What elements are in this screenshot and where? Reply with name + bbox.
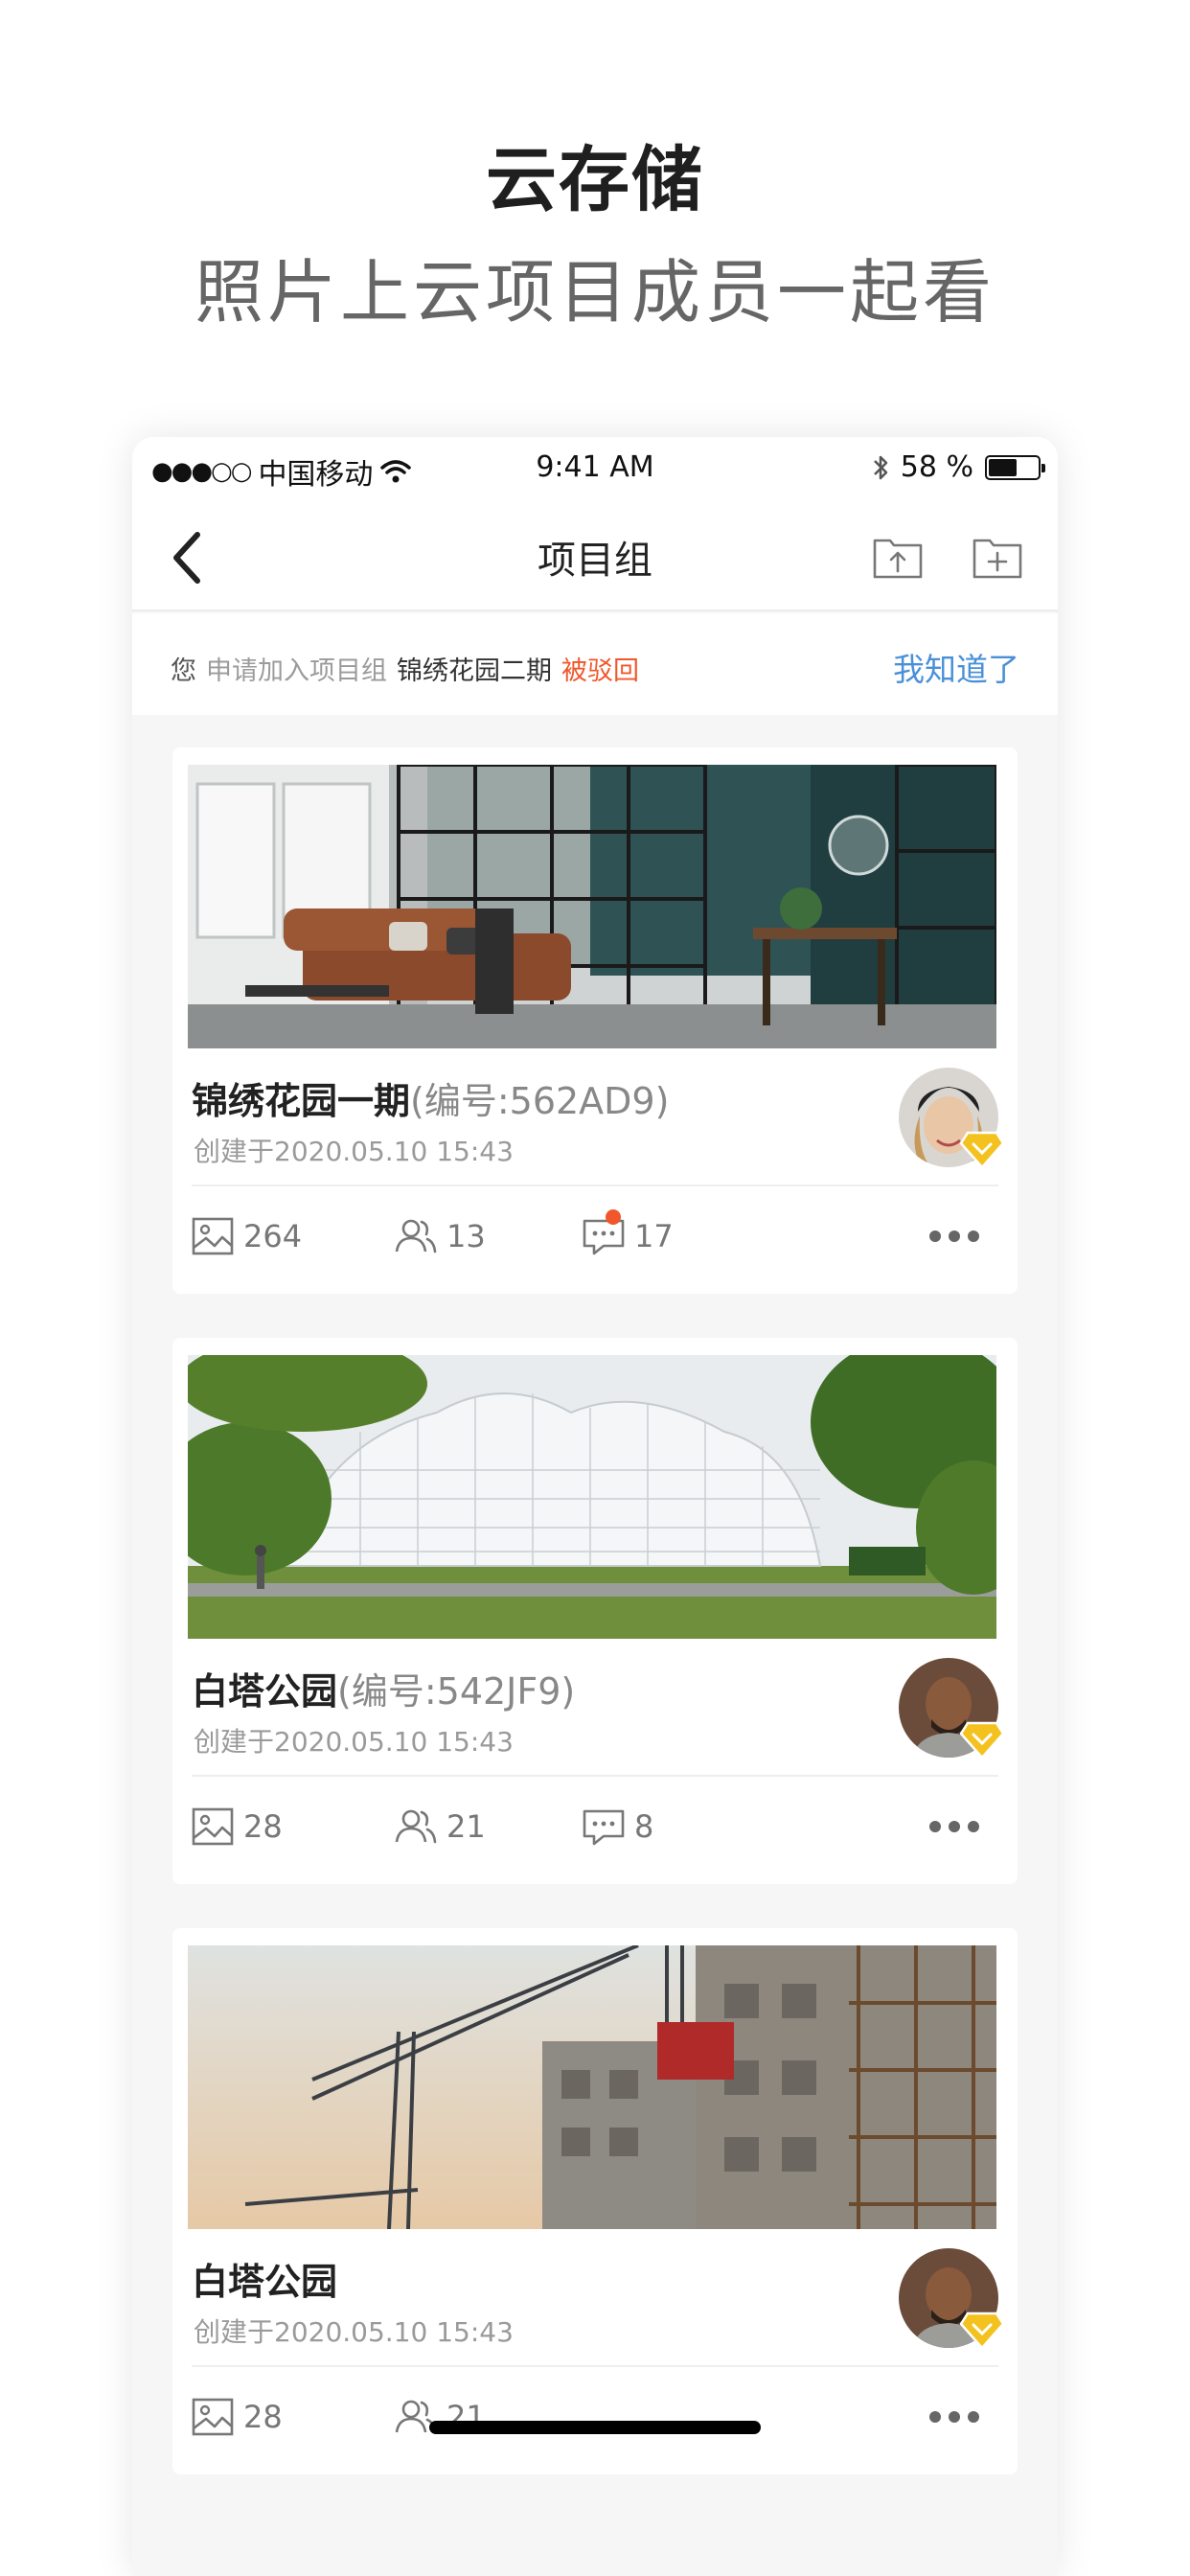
created-time: 创建于2020.05.10 15:43 [194, 1726, 514, 1758]
comment-count-value: 8 [634, 1808, 654, 1845]
project-card[interactable]: 白塔公园(编号:542JF9) 创建于2020.05.10 15:43 28 2… [172, 1338, 1018, 1884]
hero-title: 云存储 [486, 139, 704, 221]
battery-percent: 58 % [900, 450, 973, 484]
project-cover-image [188, 765, 996, 1048]
vip-badge-icon [960, 2312, 1004, 2350]
acknowledge-button[interactable]: 我知道了 [893, 644, 1019, 690]
members-icon [395, 1219, 437, 1254]
members-icon [395, 1809, 437, 1844]
photo-count[interactable]: 264 [192, 1217, 302, 1255]
project-name: 白塔公园 [192, 1670, 338, 1713]
photo-count[interactable]: 28 [192, 1807, 283, 1846]
status-bar: ●●●○○ 中国移动 9:41 AM 58 % [132, 437, 1058, 504]
photo-count-value: 264 [243, 1218, 303, 1254]
project-title: 白塔公园(编号:542JF9) [192, 1662, 575, 1714]
bluetooth-icon [873, 455, 888, 479]
divider [192, 1184, 998, 1186]
battery-icon [985, 454, 1045, 480]
navigation-bar: 项目组 [132, 504, 1058, 611]
more-icon[interactable] [927, 1817, 981, 1836]
project-cover-image [188, 1355, 996, 1639]
avatar[interactable] [899, 1658, 1004, 1760]
avatar[interactable] [899, 2248, 1004, 2350]
divider [192, 1775, 998, 1777]
created-time: 创建于2020.05.10 15:43 [194, 1136, 514, 1167]
image-icon [192, 2398, 234, 2436]
comment-count[interactable]: 17 [583, 1209, 674, 1255]
notice-project: 锦绣花园二期 [397, 656, 552, 686]
folder-upload-icon[interactable] [872, 533, 924, 581]
project-card[interactable]: 白塔公园 创建于2020.05.10 15:43 28 21 [172, 1928, 1018, 2474]
project-code: (编号:562AD9) [410, 1080, 670, 1122]
member-count-value: 21 [446, 1808, 486, 1845]
project-title: 白塔公园 [192, 2252, 337, 2305]
folder-add-icon[interactable] [972, 533, 1023, 581]
comment-icon [583, 1219, 625, 1255]
project-name: 白塔公园 [192, 2261, 338, 2303]
notice-action: 申请加入项目组 [206, 656, 387, 686]
project-title: 锦绣花园一期(编号:562AD9) [192, 1071, 669, 1124]
comment-count-value: 17 [634, 1218, 674, 1254]
member-count[interactable]: 13 [395, 1217, 486, 1255]
photo-count[interactable]: 28 [192, 2398, 283, 2436]
home-indicator[interactable] [429, 2421, 761, 2434]
photo-count-value: 28 [243, 1808, 283, 1845]
member-count-value: 13 [446, 1218, 486, 1254]
notice-subject: 您 [171, 656, 196, 686]
image-icon [192, 1807, 234, 1846]
photo-count-value: 28 [243, 2399, 283, 2435]
more-icon[interactable] [927, 2407, 981, 2426]
project-cover-image [188, 1945, 996, 2229]
phone-screen: ●●●○○ 中国移动 9:41 AM 58 % 项目组 您 申请加入项目组 锦绣… [132, 437, 1058, 2576]
unread-dot [606, 1209, 621, 1225]
image-icon [192, 1217, 234, 1255]
hero-subtitle: 照片上云项目成员一起看 [194, 252, 995, 333]
vip-badge-icon [960, 1721, 1004, 1760]
vip-badge-icon [960, 1131, 1004, 1169]
more-icon[interactable] [927, 1227, 981, 1246]
avatar[interactable] [899, 1068, 1004, 1169]
project-code: (编号:542JF9) [337, 1670, 576, 1713]
notice-status: 被驳回 [561, 656, 639, 686]
divider [192, 2365, 998, 2367]
notice-message: 您申请加入项目组 锦绣花园二期 被驳回 [171, 650, 639, 687]
notice-banner: 您申请加入项目组 锦绣花园二期 被驳回 我知道了 [132, 613, 1058, 715]
project-name: 锦绣花园一期 [192, 1080, 411, 1122]
member-count[interactable]: 21 [395, 1807, 486, 1846]
project-card[interactable]: 锦绣花园一期(编号:562AD9) 创建于2020.05.10 15:43 26… [172, 748, 1018, 1294]
comment-icon [583, 1809, 625, 1846]
created-time: 创建于2020.05.10 15:43 [194, 2316, 514, 2348]
comment-count[interactable]: 8 [583, 1807, 653, 1846]
